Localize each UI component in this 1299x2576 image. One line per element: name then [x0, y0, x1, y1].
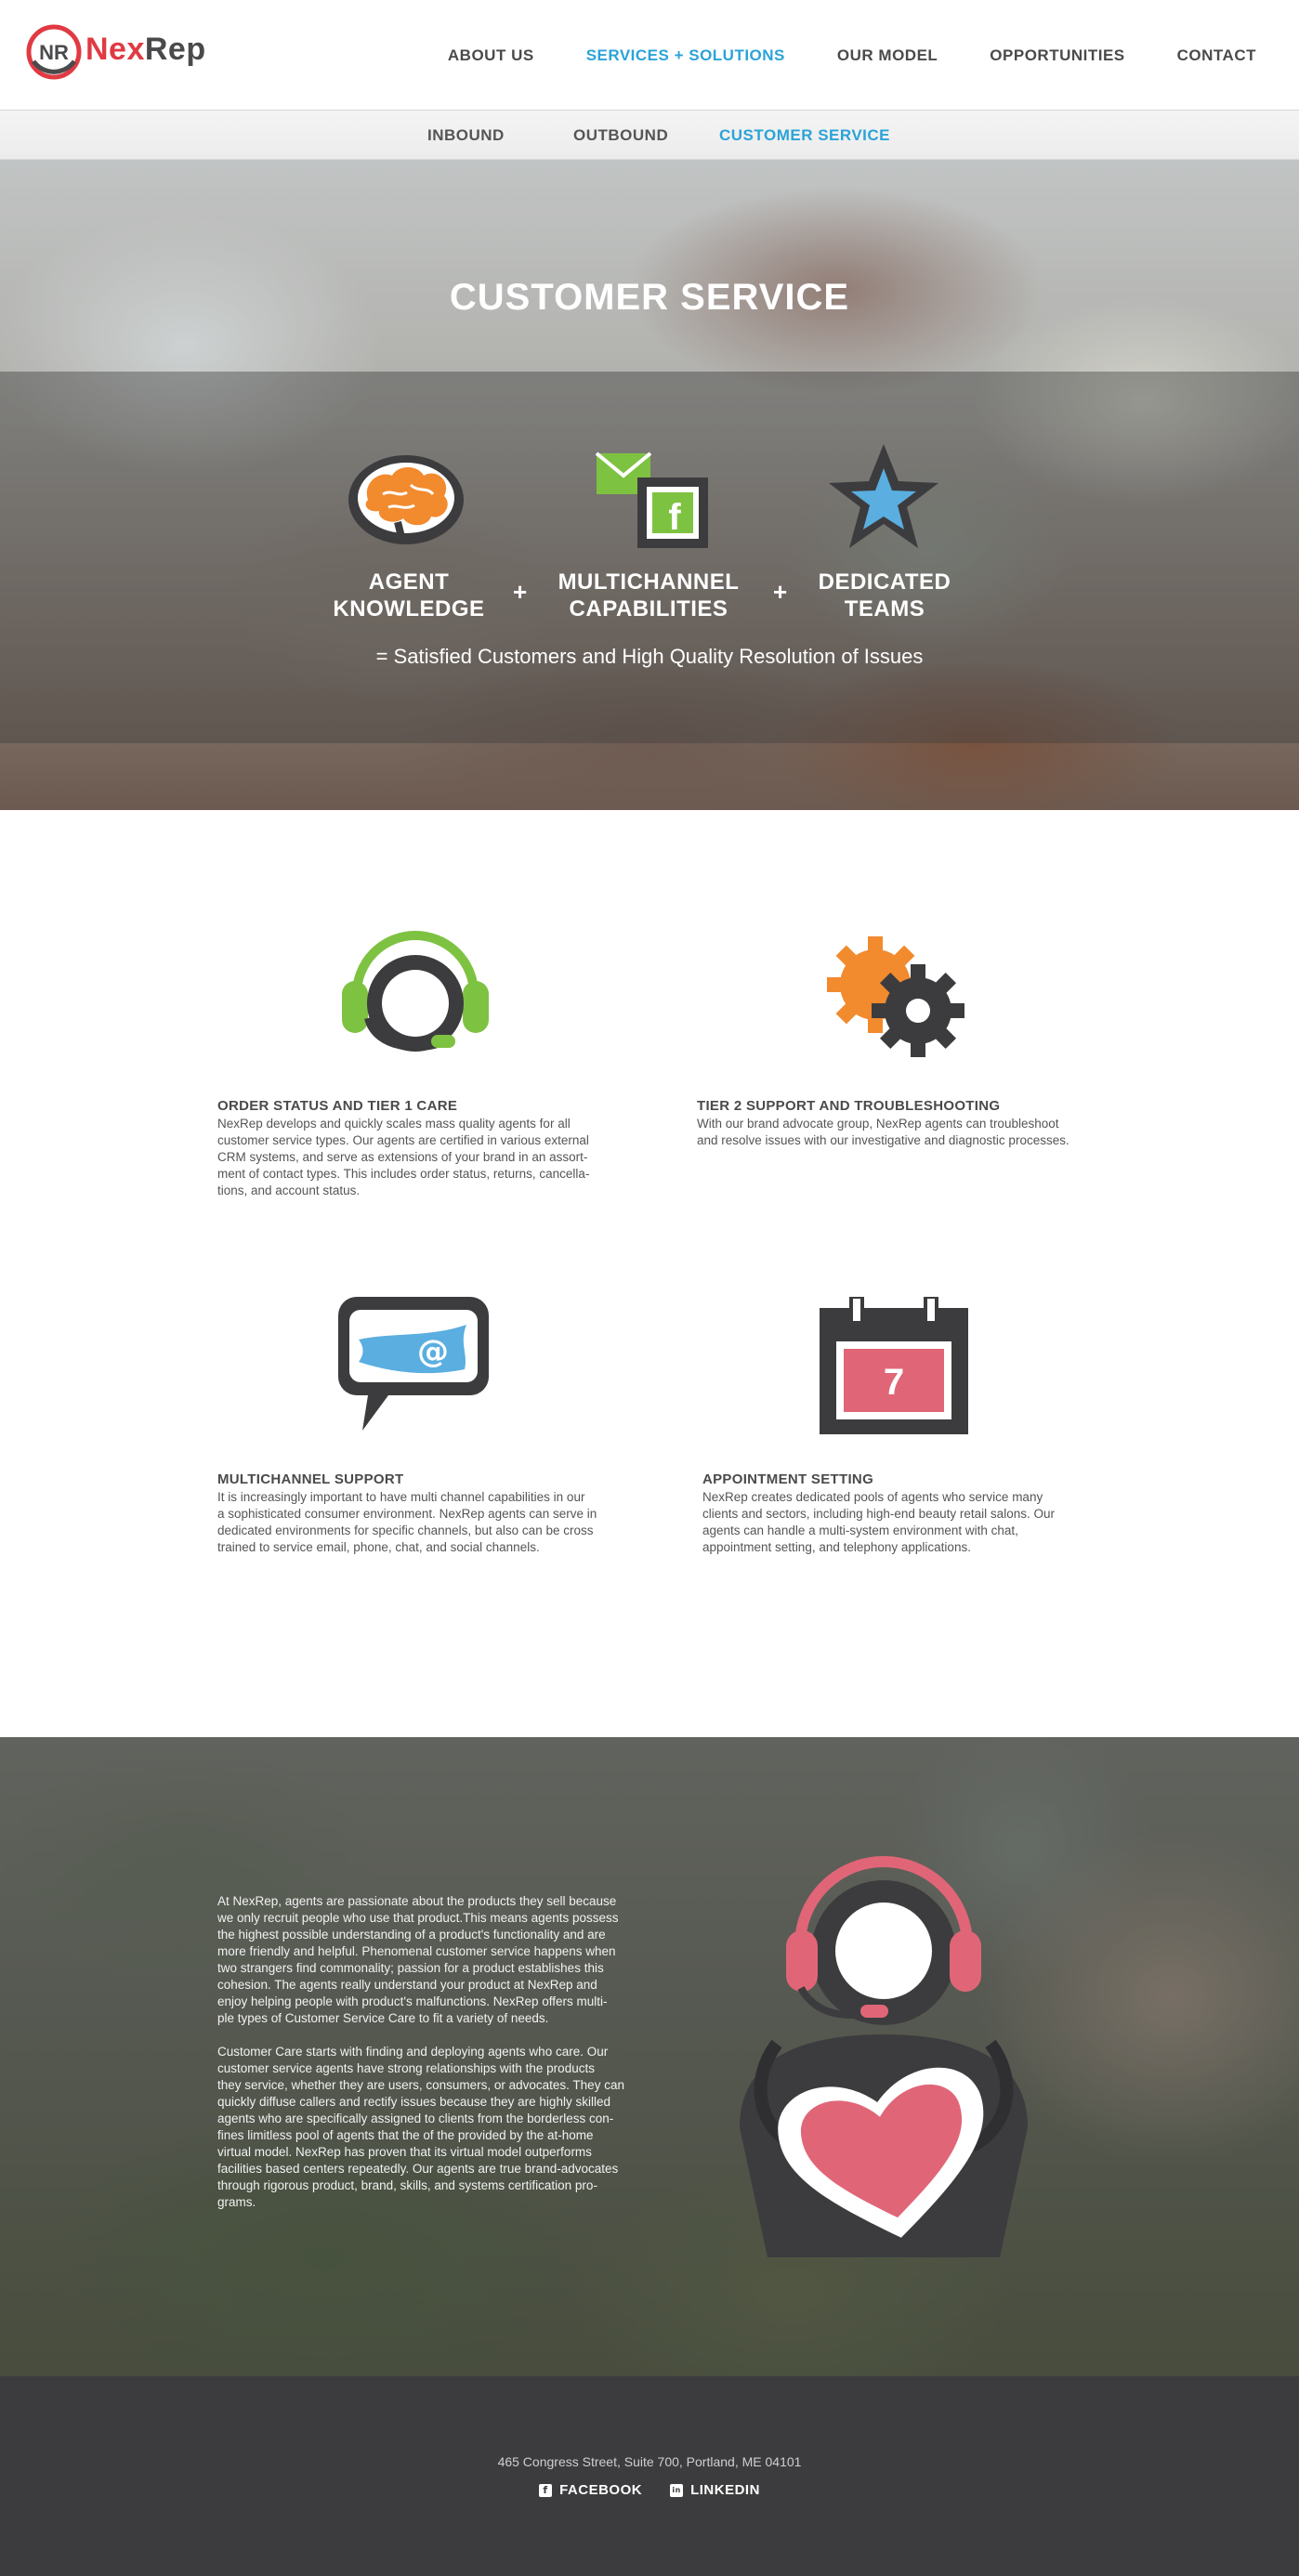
star-icon — [829, 444, 938, 548]
email-facebook-icon: f — [595, 451, 708, 548]
story-line: grams. — [217, 2195, 256, 2209]
story-line: facilities based centers repeatedly. Our… — [217, 2162, 619, 2176]
site-header: NR NexRep ABOUT US SERVICES + SOLUTIONS … — [0, 0, 1299, 110]
nav-about-us[interactable]: ABOUT US — [448, 46, 534, 65]
service-desc-appointment: NexRep creates dedicated pools of agents… — [702, 1489, 1111, 1556]
desc-line: It is increasingly important to have mul… — [217, 1490, 585, 1504]
hero-top-band — [0, 160, 1299, 372]
calendar-icon: 7 — [820, 1297, 968, 1434]
logo-rep: Rep — [144, 32, 206, 67]
service-title-tier1: ORDER STATUS AND TIER 1 CARE — [217, 1098, 458, 1114]
main-nav: ABOUT US SERVICES + SOLUTIONS OUR MODEL … — [396, 46, 1256, 65]
service-desc-tier2: With our brand advocate group, NexRep ag… — [697, 1116, 1106, 1149]
logo-nex: Nex — [85, 32, 145, 67]
desc-line: agents can handle a multi-system environ… — [702, 1523, 1018, 1537]
pillar-dedicated-teams: DEDICATED TEAMS — [792, 569, 978, 622]
story-line: fines limitless pool of agents that the … — [217, 2128, 594, 2142]
pillar-3-line1: DEDICATED — [818, 569, 951, 595]
pillar-3-line2: TEAMS — [844, 596, 925, 621]
page-title: CUSTOMER SERVICE — [449, 277, 850, 318]
story-line: cohesion. The agents really understand y… — [217, 1978, 597, 1992]
desc-line: ment of contact types. This includes ord… — [217, 1167, 590, 1181]
logo-wordmark: NexRep — [85, 32, 206, 68]
facebook-icon: f — [539, 2483, 553, 2497]
story-line: the highest possible understanding of a … — [217, 1928, 606, 1942]
logo-mark-icon: NR — [26, 24, 82, 80]
desc-line: dedicated environments for specific chan… — [217, 1523, 594, 1537]
desc-line: NexRep creates dedicated pools of agents… — [702, 1490, 1043, 1504]
subnav-customer-service[interactable]: CUSTOMER SERVICE — [719, 126, 890, 145]
desc-line: and resolve issues with our investigativ… — [697, 1133, 1069, 1147]
story-line: two strangers find commonality; passion … — [217, 1961, 604, 1975]
desc-line: appointment setting, and telephony appli… — [702, 1540, 971, 1554]
story-line: ple types of Customer Service Care to fi… — [217, 2011, 549, 2025]
gears-icon — [827, 936, 964, 1057]
calendar-day: 7 — [884, 1362, 904, 1403]
service-title-tier2: TIER 2 SUPPORT AND TROUBLESHOOTING — [697, 1098, 1001, 1114]
brain-icon — [348, 455, 464, 544]
pillar-1-line1: AGENT — [368, 569, 450, 595]
service-title-appointment: APPOINTMENT SETTING — [702, 1471, 874, 1487]
story-line: more friendly and helpful. Phenomenal cu… — [217, 1944, 616, 1958]
footer-address: 465 Congress Street, Suite 700, Portland… — [497, 2454, 802, 2469]
pillar-1-line2: KNOWLEDGE — [333, 596, 485, 621]
service-title-multichannel: MULTICHANNEL SUPPORT — [217, 1471, 404, 1487]
hero-tagline: = Satisfied Customers and High Quality R… — [375, 645, 924, 668]
svg-text:f: f — [668, 497, 681, 538]
facebook-link[interactable]: f FACEBOOK — [539, 2482, 642, 2498]
desc-line: CRM systems, and serve as extensions of … — [217, 1150, 588, 1164]
linkedin-link[interactable]: in LINKEDIN — [670, 2482, 760, 2498]
nav-contact[interactable]: CONTACT — [1177, 46, 1256, 65]
pillar-agent-knowledge: AGENT KNOWLEDGE — [316, 569, 502, 622]
plus-sign-1: + — [513, 578, 528, 606]
desc-line: tions, and account status. — [217, 1183, 361, 1197]
nav-services-solutions[interactable]: SERVICES + SOLUTIONS — [586, 46, 785, 65]
service-desc-tier1: NexRep develops and quickly scales mass … — [217, 1116, 626, 1199]
story-line: they service, whether they are users, co… — [217, 2078, 624, 2092]
story-line: customer service agents have strong rela… — [217, 2061, 595, 2075]
nav-our-model[interactable]: OUR MODEL — [837, 46, 938, 65]
subnav-outbound[interactable]: OUTBOUND — [573, 126, 668, 145]
facebook-label: FACEBOOK — [559, 2482, 643, 2498]
chat-email-icon: @ — [338, 1297, 489, 1431]
nav-opportunities[interactable]: OPPORTUNITIES — [990, 46, 1124, 65]
hero-banner: CUSTOMER SERVICE f AGENT KNOWLEDGE + MUL… — [0, 160, 1299, 810]
site-footer: 465 Congress Street, Suite 700, Portland… — [0, 2376, 1299, 2576]
pillar-2-line2: CAPABILITIES — [569, 596, 728, 621]
headset-icon — [342, 931, 489, 1052]
story-paragraph-1: At NexRep, agents are passionate about t… — [217, 1893, 654, 2027]
agent-heart-icon — [740, 1856, 1028, 2257]
service-desc-multichannel: It is increasingly important to have mul… — [217, 1489, 626, 1556]
desc-line: With our brand advocate group, NexRep ag… — [697, 1117, 1059, 1131]
story-line: we only recruit people who use that prod… — [217, 1911, 619, 1925]
story-line: through rigorous product, brand, skills,… — [217, 2178, 597, 2192]
nexrep-logo[interactable]: NR NexRep — [26, 24, 221, 84]
story-paragraph-2: Customer Care starts with finding and de… — [217, 2044, 654, 2211]
story-line: Customer Care starts with finding and de… — [217, 2045, 609, 2059]
desc-line: a sophisticated consumer environment. Ne… — [217, 1507, 597, 1521]
desc-line: clients and sectors, including high-end … — [702, 1507, 1055, 1521]
sub-nav: INBOUND OUTBOUND CUSTOMER SERVICE — [0, 110, 1299, 160]
logo-monogram: NR — [39, 41, 69, 64]
story-line: virtual model. NexRep has proven that it… — [217, 2145, 592, 2159]
desc-line: trained to service email, phone, chat, a… — [217, 1540, 540, 1554]
desc-line: NexRep develops and quickly scales mass … — [217, 1117, 571, 1131]
footer-social-links: f FACEBOOK in LINKEDIN — [0, 2482, 1299, 2498]
story-section: At NexRep, agents are passionate about t… — [0, 1737, 1299, 2376]
subnav-inbound[interactable]: INBOUND — [427, 126, 505, 145]
pillar-2-line1: MULTICHANNEL — [558, 569, 740, 595]
story-line: At NexRep, agents are passionate about t… — [217, 1894, 617, 1908]
desc-line: customer service types. Our agents are c… — [217, 1133, 589, 1147]
pillar-multichannel-capabilities: MULTICHANNEL CAPABILITIES — [541, 569, 756, 622]
svg-text:@: @ — [417, 1333, 449, 1370]
linkedin-label: LINKEDIN — [690, 2482, 760, 2498]
story-line: enjoy helping people with product's malf… — [217, 1994, 608, 2008]
story-line: agents who are specifically assigned to … — [217, 2112, 614, 2125]
plus-sign-2: + — [773, 578, 788, 606]
linkedin-icon: in — [670, 2483, 684, 2497]
story-line: quickly diffuse callers and rectify issu… — [217, 2095, 610, 2109]
hero-overlay-band — [0, 372, 1299, 743]
